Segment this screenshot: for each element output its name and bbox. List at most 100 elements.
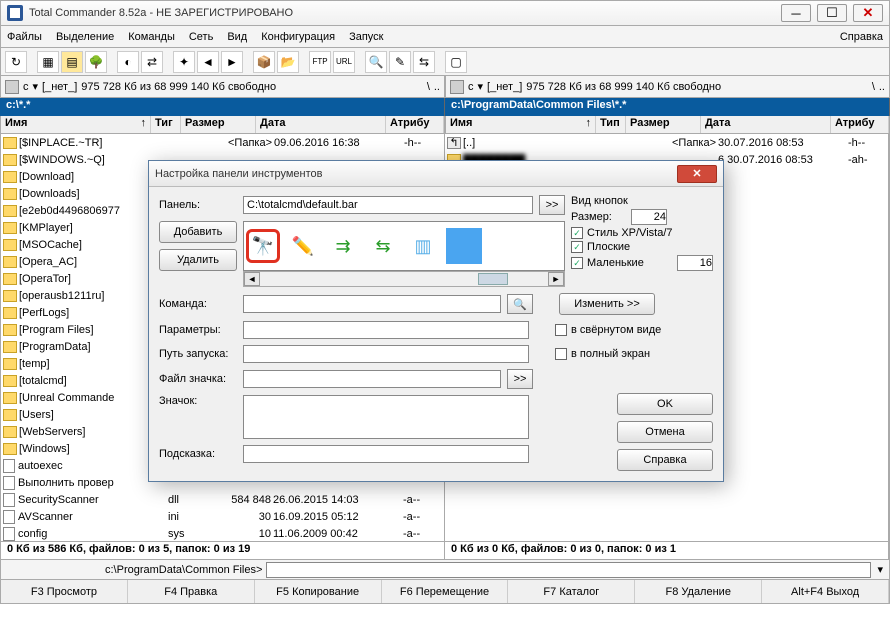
minimized-checkbox[interactable] (555, 324, 567, 336)
toolbar-invert-icon[interactable]: ◐ (117, 51, 139, 73)
panel-browse-button[interactable]: >> (539, 195, 565, 215)
fullscreen-checkbox[interactable] (555, 348, 567, 360)
fkey-f6[interactable]: F6 Перемещение (382, 580, 509, 603)
binoculars-icon[interactable]: 🔭 (246, 229, 280, 263)
right-up-icon[interactable]: .. (879, 81, 885, 93)
iconfile-input[interactable] (243, 370, 501, 388)
fkey-f3[interactable]: F3 Просмотр (1, 580, 128, 603)
cmdline-input[interactable] (266, 562, 871, 578)
fkey-f4[interactable]: F4 Правка (128, 580, 255, 603)
blue-square-icon[interactable] (446, 228, 482, 264)
menu-select[interactable]: Выделение (56, 31, 114, 43)
menu-net[interactable]: Сеть (189, 31, 213, 43)
toolbar-url-icon[interactable]: URL (333, 51, 355, 73)
toolbar-multirename-icon[interactable]: ✎ (389, 51, 411, 73)
edit-icon[interactable]: ✏️ (286, 229, 320, 263)
menu-view[interactable]: Вид (227, 31, 247, 43)
small-checkbox[interactable]: ✓ (571, 257, 583, 269)
list-item[interactable]: [$INPLACE.~TR]<Папка>09.06.2016 16:38-h-… (1, 134, 444, 151)
toolbar-sync-icon[interactable]: ⇆ (413, 51, 435, 73)
icon-strip-scrollbar[interactable]: ◄ ► (243, 271, 565, 287)
maximize-button[interactable]: ☐ (817, 4, 847, 22)
toolbar-refresh-icon[interactable]: ↻ (5, 51, 27, 73)
params-input[interactable] (243, 321, 529, 339)
flat-checkbox[interactable]: ✓ (571, 241, 583, 253)
toolbar-tree-icon[interactable]: 🌳 (85, 51, 107, 73)
hdr-ext[interactable]: Тип (596, 116, 626, 133)
drive-icon[interactable] (5, 80, 19, 94)
right-root-icon[interactable]: \ (872, 81, 875, 93)
scroll-thumb[interactable] (478, 273, 508, 285)
iconfile-browse-button[interactable]: >> (507, 369, 533, 389)
style-xp-checkbox[interactable]: ✓ (571, 227, 583, 239)
toolbar-ftp-icon[interactable]: FTP (309, 51, 331, 73)
menu-config[interactable]: Конфигурация (261, 31, 335, 43)
fkey-f8[interactable]: F8 Удаление (635, 580, 762, 603)
command-input[interactable] (243, 295, 501, 313)
fkey-f5[interactable]: F5 Копирование (255, 580, 382, 603)
toolbar-fwd-icon[interactable]: ► (221, 51, 243, 73)
toolbar-full-icon[interactable]: ▤ (61, 51, 83, 73)
small-size-input[interactable] (677, 255, 713, 271)
minimize-button[interactable]: ─ (781, 4, 811, 22)
dialog-titlebar[interactable]: Настройка панели инструментов ✕ (149, 161, 723, 187)
toolbar-unpack-icon[interactable]: 📂 (277, 51, 299, 73)
fkey-f7[interactable]: F7 Каталог (508, 580, 635, 603)
left-root-icon[interactable]: \ (427, 81, 430, 93)
toolbar-back-icon[interactable]: ◄ (197, 51, 219, 73)
hdr-name[interactable]: Имя ↑ (1, 116, 151, 133)
list-item[interactable]: configsys1011.06.2009 00:42-a-- (1, 525, 444, 541)
startpath-input[interactable] (243, 345, 529, 363)
left-up-icon[interactable]: .. (434, 81, 440, 93)
scroll-left-icon[interactable]: ◄ (244, 272, 260, 286)
hdr-attr[interactable]: Атрибу (386, 116, 444, 133)
toolbar-swap-icon[interactable]: ⇄ (141, 51, 163, 73)
toolbar-icon-strip[interactable]: 🔭 ✏️ ⇉ ⇆ ▥ (243, 221, 565, 271)
icon-picker[interactable] (243, 395, 529, 439)
menu-help[interactable]: Справка (840, 31, 883, 43)
toolbar-search-icon[interactable]: 🔍 (365, 51, 387, 73)
right-path[interactable]: c:\ProgramData\Common Files\*.* (445, 98, 890, 116)
tooltip-input[interactable] (243, 445, 529, 463)
hdr-attr[interactable]: Атрибу (831, 116, 889, 133)
cmdline-dropdown-icon[interactable]: ▾ (871, 563, 889, 576)
toolbar-notepad-icon[interactable]: ▢ (445, 51, 467, 73)
close-button[interactable]: ✕ (853, 4, 883, 22)
drive-icon[interactable] (450, 80, 464, 94)
notepad-icon[interactable]: ▥ (406, 229, 440, 263)
size-input[interactable] (631, 209, 667, 225)
menu-commands[interactable]: Команды (128, 31, 175, 43)
hdr-size[interactable]: Размер (626, 116, 701, 133)
copy-icon[interactable]: ⇉ (326, 229, 360, 263)
help-button[interactable]: Справка (617, 449, 713, 471)
toolbar-pack-icon[interactable]: 📦 (253, 51, 275, 73)
startpath-label: Путь запуска: (159, 348, 237, 360)
sync-dirs-icon[interactable]: ⇆ (366, 229, 400, 263)
list-item-up[interactable]: ↰ [..] <Папка> 30.07.2016 08:53 -h-- (445, 134, 888, 151)
hdr-ext[interactable]: Тиг (151, 116, 181, 133)
file-icon (3, 510, 15, 524)
command-search-button[interactable]: 🔍 (507, 294, 533, 314)
fkey-altf4[interactable]: Alt+F4 Выход (762, 580, 889, 603)
toolbar-brief-icon[interactable]: ▦ (37, 51, 59, 73)
panel-path-input[interactable] (243, 196, 533, 214)
ok-button[interactable]: OK (617, 393, 713, 415)
list-item[interactable]: SecurityScannerdll584 84826.06.2015 14:0… (1, 491, 444, 508)
add-button[interactable]: Добавить (159, 221, 237, 243)
hdr-date[interactable]: Дата (256, 116, 386, 133)
change-button[interactable]: Изменить >> (559, 293, 655, 315)
toolbar-star-icon[interactable]: ✦ (173, 51, 195, 73)
right-drive-dropdown-icon[interactable]: ▾ (478, 80, 484, 93)
hdr-name[interactable]: Имя ↑ (446, 116, 596, 133)
delete-button[interactable]: Удалить (159, 249, 237, 271)
hdr-date[interactable]: Дата (701, 116, 831, 133)
menu-start[interactable]: Запуск (349, 31, 383, 43)
menu-file[interactable]: Файлы (7, 31, 42, 43)
list-item[interactable]: AVScannerini3016.09.2015 05:12-a-- (1, 508, 444, 525)
dialog-close-button[interactable]: ✕ (677, 165, 717, 183)
hdr-size[interactable]: Размер (181, 116, 256, 133)
cancel-button[interactable]: Отмена (617, 421, 713, 443)
scroll-right-icon[interactable]: ► (548, 272, 564, 286)
left-path[interactable]: c:\*.* (0, 98, 445, 116)
left-drive-dropdown-icon[interactable]: ▾ (33, 80, 39, 93)
